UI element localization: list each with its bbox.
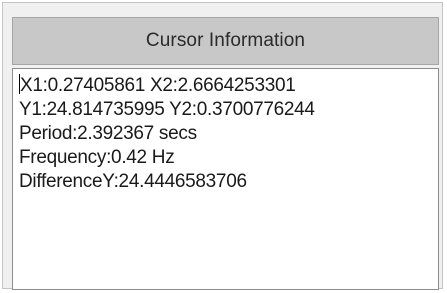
difference-y-value: DifferenceY:24.4446583706 [19,171,247,192]
period-value: Period:2.392367 secs [19,123,197,144]
cursor-x-values-line: X1:0.27405861 X2:2.6664253301 [19,74,438,98]
cursor-information-panel: Cursor Information X1:0.27405861 X2:2.66… [2,2,443,290]
cursor-x-values: X1:0.27405861 X2:2.6664253301 [20,75,296,96]
frequency-value: Frequency:0.42 Hz [19,147,175,168]
panel-header: Cursor Information [12,17,439,65]
panel-title: Cursor Information [145,30,306,51]
cursor-info-textbox[interactable]: X1:0.27405861 X2:2.6664253301 Y1:24.8147… [12,68,439,290]
cursor-y-values: Y1:24.814735995 Y2:0.3700776244 [19,99,315,120]
